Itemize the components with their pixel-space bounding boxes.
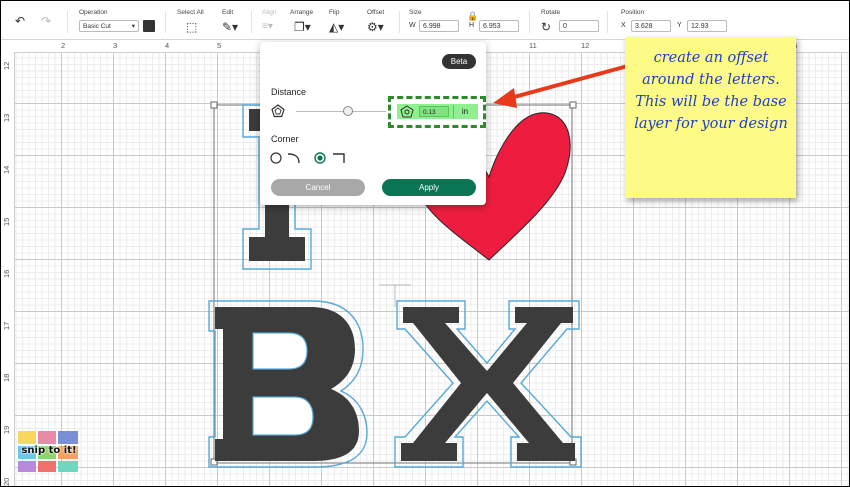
chevron-down-icon: ▾ [131, 23, 135, 30]
pencil-icon[interactable]: ✎▾ [222, 21, 238, 33]
apply-button[interactable]: Apply [382, 179, 476, 196]
color-swatch[interactable] [143, 20, 155, 32]
beta-badge: Beta [442, 54, 476, 69]
ruler-tick-label: 12 [581, 41, 590, 50]
rotate-icon: ↻ [541, 20, 552, 34]
y-value: 12.93 [691, 23, 709, 30]
offset-label: Offset [367, 9, 385, 16]
width-input[interactable]: 6.998 [419, 20, 459, 32]
ruler-tick-label: 19 [2, 425, 11, 434]
snip-to-it-logo: snip to it! [16, 429, 82, 474]
flip-icon[interactable]: ◭▾ [329, 21, 344, 33]
offset-icon[interactable]: ⚙▾ [367, 21, 384, 33]
operation-label: Operation [79, 9, 108, 16]
letter-x[interactable] [394, 300, 582, 468]
ruler-tick-label: 11 [529, 41, 537, 50]
logo-text: snip to it! [21, 445, 77, 456]
sticky-note: create an offset around the letters. Thi… [625, 37, 796, 198]
ruler-tick-label: 17 [2, 321, 11, 330]
rotate-input[interactable]: 0 [559, 20, 599, 32]
y-label: Y [677, 22, 682, 29]
ruler-tick-label: 18 [2, 373, 11, 382]
operation-select[interactable]: Basic Cut ▾ [79, 20, 139, 32]
distance-slider-handle[interactable] [343, 106, 353, 116]
height-label: H [469, 22, 475, 29]
operation-value: Basic Cut [83, 23, 111, 30]
width-label: W [409, 22, 416, 29]
redo-icon[interactable]: ↷ [41, 15, 51, 27]
undo-icon[interactable]: ↶ [15, 15, 25, 27]
vertical-ruler: 12 13 14 15 16 17 18 19 20 [1, 52, 15, 486]
cancel-button[interactable]: Cancel [271, 179, 365, 196]
sharp-corner-icon [333, 153, 345, 163]
offset-panel: Beta Distance 0.13 in Corner Cancel Appl… [260, 42, 486, 205]
width-value: 6.998 [423, 23, 441, 30]
corner-label: Corner [271, 134, 299, 144]
arrange-icon[interactable]: ❐▾ [294, 21, 311, 33]
size-label: Size [409, 9, 422, 16]
annotation-text: create an offset around the letters. Thi… [634, 50, 788, 132]
rounded-corner-icon [287, 153, 300, 164]
ruler-tick-label: 2 [61, 41, 66, 50]
ruler-tick-label: 16 [2, 269, 11, 278]
ruler-tick-label: 4 [165, 41, 170, 50]
distance-highlight-box: 0.13 in [388, 96, 486, 128]
distance-label: Distance [271, 87, 307, 97]
position-label: Position [621, 9, 645, 16]
rotate-value: 0 [563, 23, 567, 30]
ruler-tick-label: 5 [217, 41, 222, 50]
divider [607, 11, 608, 33]
ruler-tick-label: 15 [2, 217, 11, 226]
corner-options [270, 152, 345, 164]
flip-label: Flip [329, 9, 340, 16]
canvas-center-crosshair [379, 284, 411, 307]
height-input[interactable]: 6.953 [479, 20, 519, 32]
corner-rounded-radio[interactable] [270, 152, 282, 164]
annotation-arrow [493, 62, 637, 108]
distance-control: 0.13 in [397, 104, 478, 119]
divider [399, 11, 400, 33]
offset-icon [400, 105, 414, 118]
distance-value: 0.13 [423, 109, 436, 116]
divider [67, 11, 68, 33]
divider [251, 11, 252, 33]
ruler-tick-label: 14 [2, 165, 11, 174]
height-value: 6.953 [483, 23, 501, 30]
arrange-label: Arrange [290, 9, 314, 16]
ruler-tick-label: 13 [2, 113, 11, 122]
app-window: ↶ ↷ Operation Basic Cut ▾ Select All ⬚ E… [0, 0, 850, 487]
select-all-icon[interactable]: ⬚ [186, 21, 197, 33]
distance-unit-select[interactable]: in [453, 105, 476, 118]
resize-handle-top-left[interactable] [210, 101, 218, 109]
divider [165, 11, 166, 33]
select-all-label: Select All [177, 9, 204, 16]
edit-label: Edit [222, 9, 234, 16]
x-value: 3.628 [635, 23, 653, 30]
align-label: Align [262, 9, 277, 16]
pentagon-icon [271, 104, 285, 118]
ruler-tick-label: 3 [113, 41, 118, 50]
lock-icon[interactable]: 🔒 [467, 10, 478, 22]
ruler-tick-label: 12 [2, 61, 11, 70]
x-input[interactable]: 3.628 [631, 20, 671, 32]
letter-b[interactable] [208, 300, 368, 468]
distance-slider-track[interactable] [296, 111, 386, 112]
align-icon[interactable]: ≡▾ [262, 21, 273, 33]
y-input[interactable]: 12.93 [687, 20, 727, 32]
ruler-tick-label: 20 [2, 477, 11, 486]
top-toolbar: ↶ ↷ Operation Basic Cut ▾ Select All ⬚ E… [1, 1, 849, 40]
rotate-label: Rotate [541, 9, 561, 16]
x-label: X [621, 22, 626, 29]
divider [529, 11, 530, 33]
distance-input[interactable]: 0.13 [419, 106, 449, 117]
